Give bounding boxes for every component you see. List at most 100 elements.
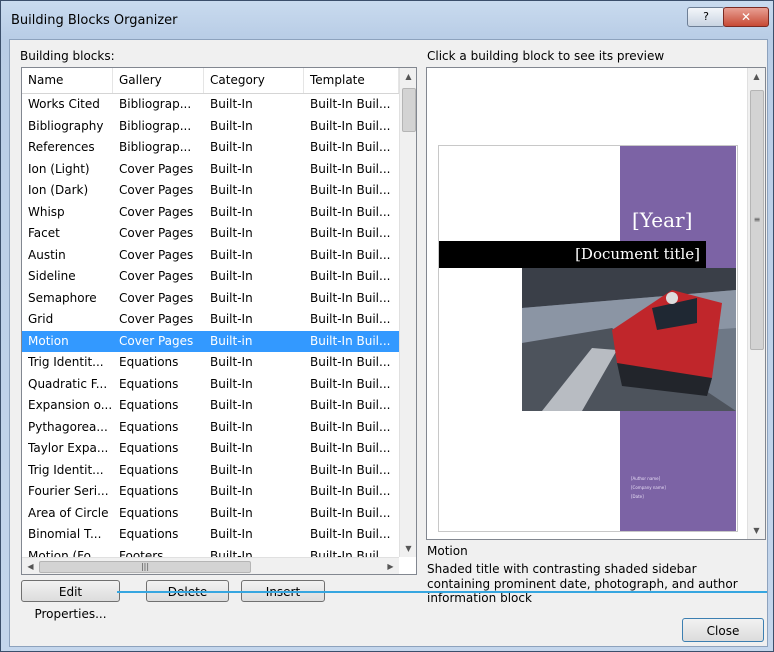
title-bar[interactable]: Building Blocks Organizer ? ✕ bbox=[1, 1, 773, 39]
cell-name: Austin bbox=[28, 247, 66, 262]
cell-category: Built-In bbox=[210, 484, 253, 498]
list-item[interactable]: Ion (Dark) Cover Pages Built-In Built-In Bu… bbox=[22, 180, 399, 202]
cell-name: Whisp bbox=[28, 204, 65, 219]
column-header-category[interactable]: Category bbox=[204, 68, 304, 93]
selected-block-name: Motion bbox=[427, 544, 468, 558]
cell-name: Grid bbox=[28, 312, 54, 326]
cell-name: Semaphore bbox=[28, 290, 97, 305]
cell-name: Trig Identit... bbox=[28, 355, 104, 369]
edit-properties-button[interactable]: Edit Properties... bbox=[21, 580, 120, 621]
date-placeholder: [Date] bbox=[631, 494, 644, 499]
cell-template: Built-In Buil... bbox=[310, 226, 391, 240]
list-item[interactable]: Works Cited Bibliograp... Built-In Built-In… bbox=[22, 94, 399, 116]
cell-name: Quadratic F... bbox=[28, 376, 108, 391]
help-button[interactable]: ? bbox=[687, 7, 725, 27]
selected-block-description: Shaded title with contrasting shaded sid… bbox=[427, 562, 738, 605]
cell-category: Built-In bbox=[210, 226, 253, 240]
preview-scroll-down-arrow-icon[interactable]: ▼ bbox=[748, 522, 765, 539]
window-close-button[interactable]: ✕ bbox=[723, 7, 769, 27]
list-item[interactable]: Motion (Fo... Footers Built-In Built-In Bui… bbox=[22, 546, 399, 558]
cell-gallery: Equations bbox=[119, 527, 179, 541]
cell-name: Motion (Fo... bbox=[28, 548, 103, 558]
cell-category: Built-In bbox=[210, 161, 253, 176]
list-horizontal-scrollbar[interactable]: ◀ ||| ▶ bbox=[22, 557, 399, 574]
dialog-body: Building blocks: Click a building block … bbox=[9, 39, 768, 647]
cell-name: Ion (Dark) bbox=[28, 183, 89, 197]
cell-category: Built-In bbox=[210, 376, 253, 391]
preview-scroll-up-arrow-icon[interactable]: ▲ bbox=[748, 68, 765, 85]
cell-gallery: Cover Pages bbox=[119, 247, 194, 262]
list-item[interactable]: Trig Identit... Equations Built-In Built-In… bbox=[22, 460, 399, 482]
preview-vertical-scrollbar[interactable]: ▲ ≡ ▼ bbox=[747, 68, 765, 539]
cell-gallery: Equations bbox=[119, 398, 179, 412]
cell-name: Area of Circle bbox=[28, 505, 109, 520]
cell-gallery: Equations bbox=[119, 376, 179, 391]
cell-gallery: Cover Pages bbox=[119, 204, 194, 219]
cell-category: Built-In bbox=[210, 140, 253, 154]
cell-category: Built-In bbox=[210, 462, 253, 477]
cell-category: Built-In bbox=[210, 527, 253, 541]
cell-category: Built-In bbox=[210, 183, 253, 197]
list-item[interactable]: Whisp Cover Pages Built-In Built-In Buil... bbox=[22, 202, 399, 224]
cell-template: Built-In Buil... bbox=[310, 333, 391, 348]
cell-template: Built-In Buil... bbox=[310, 527, 391, 541]
cell-name: Sideline bbox=[28, 269, 76, 283]
cell-category: Built-In bbox=[210, 548, 253, 558]
list-item[interactable]: Sideline Cover Pages Built-In Built-In Buil… bbox=[22, 266, 399, 288]
cell-template: Built-In Buil... bbox=[310, 462, 391, 477]
scrollbar-thumb[interactable] bbox=[402, 88, 416, 132]
cell-template: Built-In Buil... bbox=[310, 290, 391, 305]
cell-category: Built-In bbox=[210, 204, 253, 219]
cell-category: Built-In bbox=[210, 97, 253, 111]
cell-name: Motion bbox=[28, 333, 69, 348]
list-item[interactable]: References Bibliograp... Built-In Built-In … bbox=[22, 137, 399, 159]
cell-gallery: Cover Pages bbox=[119, 290, 194, 305]
list-item[interactable]: Expansion o... Equations Built-In Built-In … bbox=[22, 395, 399, 417]
column-header-name[interactable]: Name bbox=[22, 68, 113, 93]
cell-gallery: Bibliograp... bbox=[119, 140, 192, 154]
list-item[interactable]: Semaphore Cover Pages Built-In Built-In Bui… bbox=[22, 288, 399, 310]
list-item[interactable]: Pythagorea... Equations Built-In Built-In B… bbox=[22, 417, 399, 439]
list-header: Name Gallery Category Template bbox=[22, 68, 399, 94]
preview-instruction-label: Click a building block to see its previe… bbox=[427, 49, 665, 63]
list-item[interactable]: Quadratic F... Equations Built-In Built-In … bbox=[22, 374, 399, 396]
cell-template: Built-In Buil... bbox=[310, 548, 391, 558]
horizontal-scrollbar-thumb[interactable]: ||| bbox=[39, 561, 251, 573]
building-blocks-list[interactable]: Name Gallery Category Template Works Cit… bbox=[21, 67, 417, 575]
cell-name: Expansion o... bbox=[28, 398, 113, 412]
company-name-placeholder: [Company name] bbox=[631, 485, 666, 490]
list-item[interactable]: Motion Cover Pages Built-in Built-In Buil..… bbox=[22, 330, 399, 352]
list-item[interactable]: Binomial T... Equations Built-In Built-In B… bbox=[22, 524, 399, 546]
accent-line bbox=[117, 591, 767, 593]
list-item[interactable]: Bibliography Bibliograp... Built-In Built-I… bbox=[22, 116, 399, 138]
title-banner: [Document title] bbox=[439, 241, 706, 268]
cell-category: Built-In bbox=[210, 290, 253, 305]
list-item[interactable]: Ion (Light) Cover Pages Built-In Built-In B… bbox=[22, 159, 399, 181]
cell-template: Built-In Buil... bbox=[310, 355, 391, 369]
cell-category: Built-In bbox=[210, 269, 253, 283]
list-item[interactable]: Area of Circle Equations Built-In Built-In … bbox=[22, 503, 399, 525]
column-header-gallery[interactable]: Gallery bbox=[113, 68, 204, 93]
preview-scrollbar-thumb[interactable]: ≡ bbox=[750, 90, 764, 350]
list-item[interactable]: Austin Cover Pages Built-In Built-In Buil..… bbox=[22, 245, 399, 267]
cell-category: Built-In bbox=[210, 247, 253, 262]
cell-name: Bibliography bbox=[28, 118, 104, 133]
close-button[interactable]: Close bbox=[682, 618, 764, 642]
document-title-placeholder: [Document title] bbox=[575, 245, 700, 263]
scroll-down-arrow-icon[interactable]: ▼ bbox=[400, 540, 416, 557]
train-photo bbox=[522, 268, 736, 411]
list-vertical-scrollbar[interactable]: ▲ ▼ bbox=[399, 68, 416, 557]
scroll-up-arrow-icon[interactable]: ▲ bbox=[400, 68, 416, 85]
column-header-template[interactable]: Template bbox=[304, 68, 399, 93]
list-item[interactable]: Facet Cover Pages Built-In Built-In Buil... bbox=[22, 223, 399, 245]
list-item[interactable]: Fourier Seri... Equations Built-In Built-In… bbox=[22, 481, 399, 503]
cell-gallery: Equations bbox=[119, 355, 179, 369]
scroll-left-arrow-icon[interactable]: ◀ bbox=[22, 558, 39, 574]
list-item[interactable]: Taylor Expa... Equations Built-In Built-In … bbox=[22, 438, 399, 460]
list-item[interactable]: Trig Identit... Equations Built-In Built-In… bbox=[22, 352, 399, 374]
cell-template: Built-In Buil... bbox=[310, 247, 391, 262]
list-item[interactable]: Grid Cover Pages Built-In Built-In Buil... bbox=[22, 309, 399, 331]
cell-gallery: Bibliograp... bbox=[119, 97, 192, 111]
scroll-right-arrow-icon[interactable]: ▶ bbox=[382, 558, 399, 574]
cell-template: Built-In Buil... bbox=[310, 441, 391, 455]
